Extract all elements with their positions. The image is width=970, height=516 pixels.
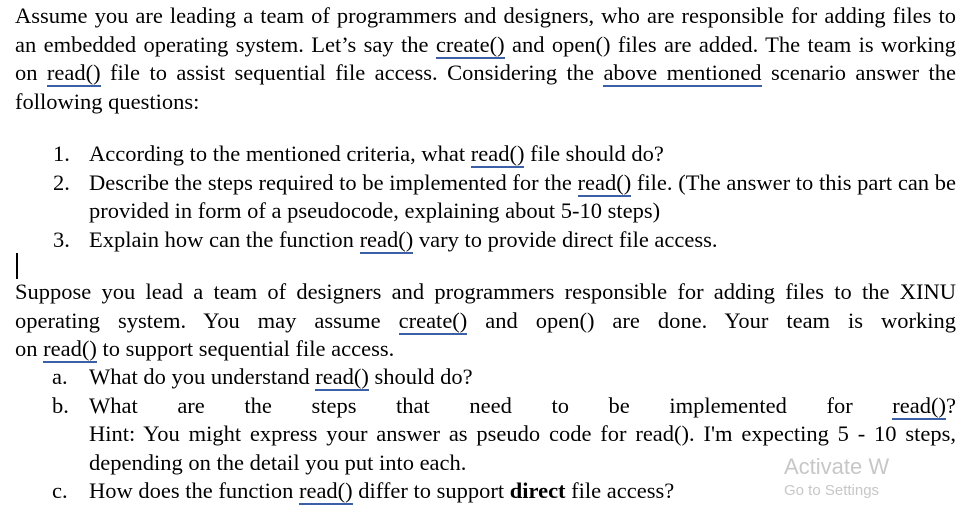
underlined-term-read[interactable]: read()	[577, 169, 632, 197]
line3-text-pre: on	[15, 336, 44, 362]
second-paragraph-line-1: Suppose you lead a team of designers and…	[15, 279, 956, 304]
item-2-text-pre: Describe the steps required to be implem…	[89, 169, 578, 195]
line2-text-pre: operating system. You may assume	[15, 307, 399, 333]
item-c-text-post: file access?	[565, 478, 675, 504]
item-b-text-post: ?	[946, 392, 956, 418]
underlined-term-create[interactable]: create()	[398, 307, 468, 335]
list-marker-2: 2.	[53, 169, 70, 195]
second-paragraph-line-2: operating system. You may assume create(…	[15, 307, 956, 336]
item-3-text-post: vary to provide direct file access.	[413, 226, 718, 252]
item-c-text-pre: How does the function	[89, 478, 299, 504]
lettered-question-list: a. What do you understand read() should d…	[15, 363, 956, 506]
numbered-question-list: 1. According to the mentioned criteria, w…	[15, 140, 956, 254]
list-marker-3: 3.	[53, 226, 70, 252]
item-b-line-2: Hint: You might express your answer as p…	[89, 421, 956, 447]
item-1-text-pre: According to the mentioned criteria, wha…	[89, 141, 471, 166]
intro-text-3: file to assist sequential file access. C…	[100, 60, 604, 86]
list-item-c: c. How does the function read() differ to…	[15, 477, 956, 506]
list-marker-1: 1.	[53, 141, 70, 166]
list-item-b: b. What are the steps that need to be imp…	[15, 392, 956, 478]
list-item-2: 2. Describe the steps required to be impl…	[15, 169, 956, 226]
intro-paragraph: Assume you are leading a team of program…	[15, 2, 956, 116]
underlined-term-read[interactable]: read()	[46, 60, 101, 88]
line2-text-post: and open() are done. Your team is workin…	[467, 307, 957, 333]
second-paragraph-line-3: on read() to support sequential file acc…	[15, 336, 395, 364]
underlined-term-read[interactable]: read()	[43, 336, 97, 364]
list-marker-c: c.	[52, 478, 68, 504]
underlined-term-read[interactable]: read()	[315, 364, 369, 391]
emphasis-direct: direct	[509, 478, 566, 504]
item-c-text-mid: differ to support	[352, 478, 510, 504]
underlined-term-read[interactable]: read()	[359, 226, 414, 254]
second-paragraph: Suppose you lead a team of designers and…	[15, 278, 956, 364]
item-1-text-post: file should do?	[524, 141, 664, 166]
item-b-line-3: depending on the detail you put into eac…	[89, 449, 467, 475]
text-cursor-caret	[16, 253, 18, 279]
item-a-text-post: should do?	[368, 364, 473, 389]
list-marker-a: a.	[52, 364, 68, 389]
item-b-line-1: What are the steps that need to be imple…	[89, 392, 956, 421]
underlined-term-read[interactable]: read()	[298, 478, 353, 506]
underlined-term-create[interactable]: create()	[435, 31, 505, 59]
underlined-term-read[interactable]: read()	[470, 141, 525, 168]
item-3-text-pre: Explain how can the function	[89, 226, 360, 252]
underlined-term-above-mentioned[interactable]: above mentioned	[603, 60, 762, 88]
list-marker-b: b.	[52, 392, 69, 418]
line3-text-post: to support sequential file access.	[96, 336, 395, 362]
list-item-1: 1. According to the mentioned criteria, w…	[15, 140, 956, 169]
list-item-a: a. What do you understand read() should d…	[15, 363, 956, 392]
document-page: Assume you are leading a team of program…	[0, 0, 970, 516]
item-b-text-pre: What are the steps that need to be imple…	[89, 392, 893, 418]
list-item-3: 3. Explain how can the function read() va…	[15, 226, 956, 255]
underlined-term-read[interactable]: read()	[892, 392, 946, 420]
item-a-text-pre: What do you understand	[89, 364, 316, 389]
